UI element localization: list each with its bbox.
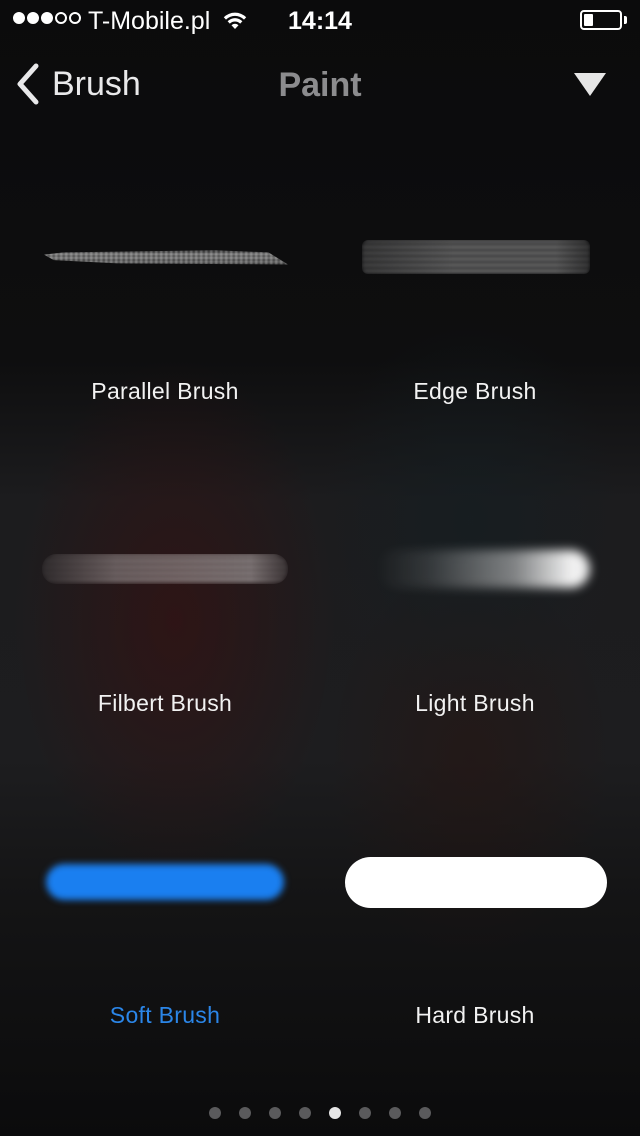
status-bar: T-Mobile.pl 14:14	[0, 0, 640, 40]
brush-option-soft[interactable]: Soft Brush	[10, 758, 320, 1070]
brush-option-edge[interactable]: Edge Brush	[320, 134, 630, 446]
battery-level	[584, 14, 593, 26]
brush-label: Filbert Brush	[97, 690, 233, 716]
clock: 14:14	[288, 7, 352, 35]
brush-preview	[10, 134, 320, 374]
brush-option-hard[interactable]: Hard Brush	[320, 758, 630, 1070]
brush-preview	[320, 134, 630, 374]
hard-stroke-preview	[345, 857, 607, 908]
navigation-bar: Brush Paint	[0, 40, 640, 128]
page-indicator[interactable]	[0, 1107, 640, 1119]
triangle-down-icon[interactable]	[572, 70, 608, 100]
page-dot[interactable]	[389, 1107, 401, 1119]
filbert-stroke-preview	[42, 554, 288, 584]
page-dot[interactable]	[299, 1107, 311, 1119]
light-stroke-preview	[376, 550, 590, 588]
soft-stroke-preview	[46, 864, 284, 900]
brush-preview	[320, 446, 630, 686]
parallel-stroke-preview	[44, 250, 288, 265]
brush-label: Edge Brush	[413, 378, 537, 404]
page-dot[interactable]	[419, 1107, 431, 1119]
brush-label-selected: Soft Brush	[109, 1002, 221, 1028]
brush-option-light[interactable]: Light Brush	[320, 446, 630, 758]
battery-icon	[580, 10, 622, 30]
brush-label: Parallel Brush	[91, 378, 239, 404]
brush-preview	[320, 758, 630, 998]
page-dot-active[interactable]	[329, 1107, 341, 1119]
battery-tip	[624, 16, 627, 24]
brush-label: Hard Brush	[415, 1002, 535, 1028]
brush-option-filbert[interactable]: Filbert Brush	[10, 446, 320, 758]
brush-option-parallel[interactable]: Parallel Brush	[10, 134, 320, 446]
page-dot[interactable]	[209, 1107, 221, 1119]
brush-preview	[10, 446, 320, 686]
screen: T-Mobile.pl 14:14 Brush Paint Parallel B…	[0, 0, 640, 1136]
brush-preview	[10, 758, 320, 998]
edge-stroke-preview	[362, 240, 590, 274]
page-dot[interactable]	[359, 1107, 371, 1119]
page-title: Paint	[278, 66, 362, 104]
brush-label: Light Brush	[415, 690, 535, 716]
page-dot[interactable]	[269, 1107, 281, 1119]
page-dot[interactable]	[239, 1107, 251, 1119]
